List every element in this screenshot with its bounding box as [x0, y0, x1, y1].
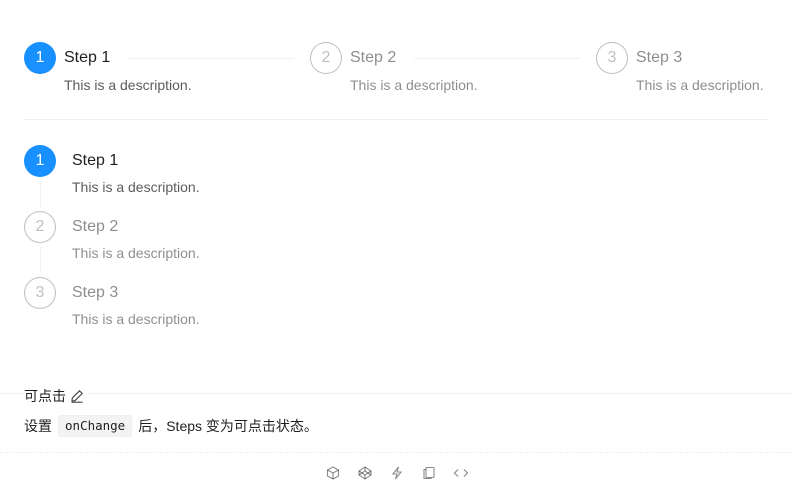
horizontal-step-3[interactable]: 3 Step 3 This is a description. [596, 42, 769, 102]
meta-divider [0, 393, 793, 394]
horizontal-step-2[interactable]: 2 Step 2 This is a description. [310, 42, 580, 102]
code-actions [0, 463, 793, 483]
step-connector [128, 58, 294, 59]
vertical-steps: 1 Step 1 This is a description. 2 Step 2… [24, 145, 424, 345]
demo-title-text: 可点击 [24, 388, 66, 404]
step-description: This is a description. [72, 245, 200, 261]
demo-title: 可点击 [24, 386, 88, 406]
codesandbox-icon[interactable] [325, 463, 341, 483]
stackblitz-icon[interactable] [389, 463, 405, 483]
step-number-icon: 2 [24, 211, 56, 243]
step-title: Step 3 [72, 284, 119, 301]
vertical-step-1[interactable]: 1 Step 1 This is a description. [24, 145, 424, 211]
step-number-icon: 3 [24, 277, 56, 309]
step-description: This is a description. [350, 77, 478, 93]
step-number-icon: 3 [596, 42, 628, 74]
step-connector [414, 58, 580, 59]
step-title: Step 2 [72, 218, 119, 235]
step-connector [40, 181, 41, 207]
step-number-icon: 1 [24, 145, 56, 177]
step-title: Step 1 [64, 49, 111, 66]
step-title: Step 1 [72, 152, 119, 169]
section-divider [24, 119, 769, 120]
edit-icon[interactable] [70, 389, 84, 403]
step-title: Step 2 [350, 49, 397, 66]
step-connector [40, 247, 41, 273]
horizontal-steps: 1 Step 1 This is a description. 2 Step 2… [24, 42, 769, 102]
code-snippet: onChange [58, 415, 133, 437]
demo-page: 1 Step 1 This is a description. 2 Step 2… [0, 0, 793, 493]
vertical-step-3[interactable]: 3 Step 3 This is a description. [24, 277, 424, 343]
step-number-icon: 1 [24, 42, 56, 74]
step-description: This is a description. [64, 77, 192, 93]
expand-code-icon[interactable] [453, 463, 469, 483]
description-prefix: 设置 [24, 418, 52, 434]
step-title: Step 3 [636, 49, 683, 66]
step-number-icon: 2 [310, 42, 342, 74]
copy-icon[interactable] [421, 463, 437, 483]
step-description: This is a description. [72, 179, 200, 195]
step-description: This is a description. [636, 77, 764, 93]
description-suffix: 后，Steps 变为可点击状态。 [138, 418, 318, 434]
demo-description: 设置 onChange 后，Steps 变为可点击状态。 [24, 415, 318, 437]
actions-divider [0, 452, 793, 453]
codepen-icon[interactable] [357, 463, 373, 483]
step-description: This is a description. [72, 311, 200, 327]
vertical-step-2[interactable]: 2 Step 2 This is a description. [24, 211, 424, 277]
horizontal-step-1[interactable]: 1 Step 1 This is a description. [24, 42, 294, 102]
